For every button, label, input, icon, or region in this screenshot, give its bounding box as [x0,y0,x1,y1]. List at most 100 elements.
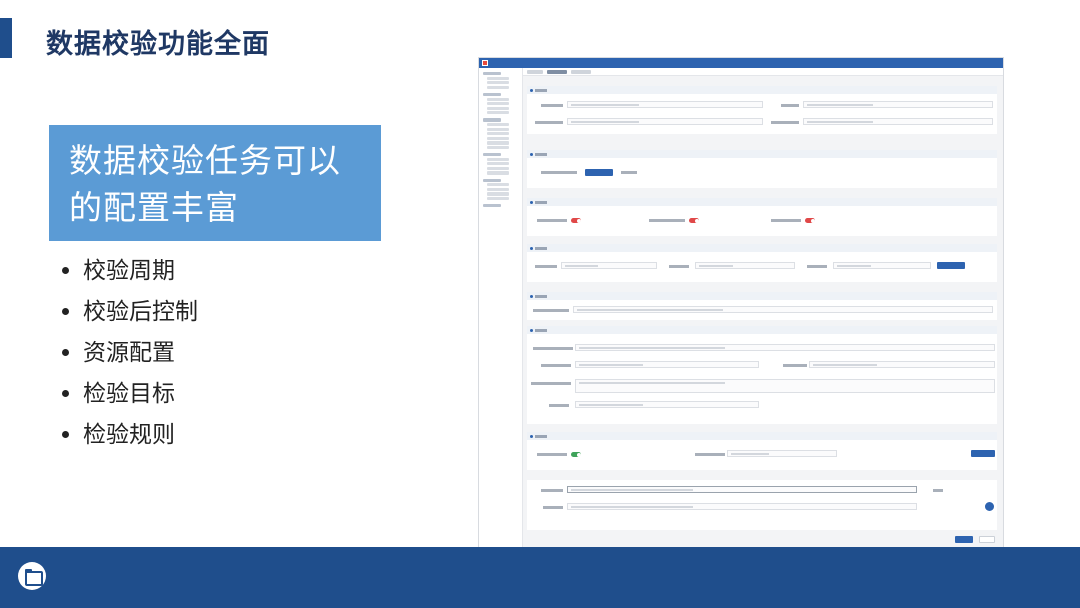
sidebar-item [487,76,509,80]
sidebar-item [487,111,509,115]
sidebar-item [487,162,509,166]
toggle-switch [689,218,699,223]
bullet-item: 资源配置 [62,332,198,373]
form-input [567,101,763,108]
title-accent-bar [0,18,12,58]
section-dot-icon [530,328,533,332]
bullet-text: 资源配置 [83,339,175,366]
sidebar-group [483,118,501,122]
highlight-text: 数据校验任务可以的配置丰富 [69,141,341,227]
app-logo-icon [482,60,488,66]
sidebar-item [487,136,509,140]
form-input [695,262,795,269]
section-dot-icon [530,200,533,204]
section-dot-icon [530,88,533,92]
form-section-header [527,150,997,158]
form-input [573,306,993,313]
bullet-item: 校验后控制 [62,291,198,332]
form-input [567,503,917,510]
sidebar-item [487,192,509,196]
slide-title: 数据校验功能全面 [46,29,270,60]
form-select [585,169,613,176]
bullet-text: 校验周期 [83,257,175,284]
form-section-header [527,326,997,334]
sidebar-item [487,157,509,161]
form-circle-button [985,502,994,511]
bullet-text: 检验规则 [83,421,175,448]
form-input [561,262,657,269]
bullet-item: 检验目标 [62,373,198,414]
form-input [803,101,993,108]
sidebar-item [487,123,509,127]
bullet-text: 检验目标 [83,380,175,407]
section-dot-icon [530,246,533,250]
form-section-header [527,432,997,440]
form-button [937,262,965,269]
sidebar-group [483,204,501,208]
bullet-list: 校验周期 校验后控制 资源配置 检验目标 检验规则 [62,250,198,455]
form-section [527,334,997,424]
form-input [727,450,837,457]
app-tab [527,70,543,74]
footer-bar [0,547,1080,608]
sidebar-item [487,97,509,101]
bullet-dot-icon [62,308,69,315]
app-cancel-button [979,536,995,543]
form-button [971,450,995,457]
form-section-header [527,244,997,252]
app-tab-bar [523,68,1003,76]
sidebar-item [487,85,509,89]
form-input [575,401,759,408]
form-input [575,344,995,351]
sidebar-item [487,81,509,85]
sidebar-item [487,141,509,145]
form-section [527,206,997,236]
form-textarea [575,379,995,393]
sidebar-group [483,178,501,182]
bullet-dot-icon [62,349,69,356]
toggle-switch [571,452,581,457]
app-screenshot [478,57,1004,549]
highlight-box: 数据校验任务可以的配置丰富 [49,125,381,241]
bullet-text: 校验后控制 [83,298,198,325]
form-section [527,94,997,134]
app-sidebar [479,68,523,548]
form-input [809,361,995,368]
form-section [527,440,997,470]
form-section-header [527,198,997,206]
bullet-dot-icon [62,390,69,397]
form-section [527,480,997,530]
bullet-item: 校验周期 [62,250,198,291]
form-input [833,262,931,269]
sidebar-item [487,187,509,191]
bullet-dot-icon [62,431,69,438]
form-section [527,252,997,282]
sidebar-item [487,145,509,150]
sidebar-item [487,127,509,131]
toggle-switch [805,218,815,223]
form-section-header [527,292,997,300]
sidebar-group [483,153,501,157]
form-section [527,300,997,320]
form-input [567,486,917,493]
sidebar-item [487,183,509,187]
sidebar-item [487,106,509,110]
app-header-bar [479,58,1003,68]
form-section [527,158,997,188]
form-input [567,118,763,125]
sidebar-item [487,171,509,175]
bullet-dot-icon [62,267,69,274]
form-input [803,118,993,125]
section-dot-icon [530,152,533,156]
app-tab-active [547,70,567,74]
app-tab [571,70,591,74]
sidebar-item [487,166,509,170]
sidebar-group [483,72,501,76]
section-dot-icon [530,294,533,298]
bullet-item: 检验规则 [62,414,198,455]
toggle-switch [571,218,581,223]
app-form [527,80,997,548]
section-dot-icon [530,434,533,438]
sidebar-group [483,92,501,97]
folder-icon [18,562,46,590]
